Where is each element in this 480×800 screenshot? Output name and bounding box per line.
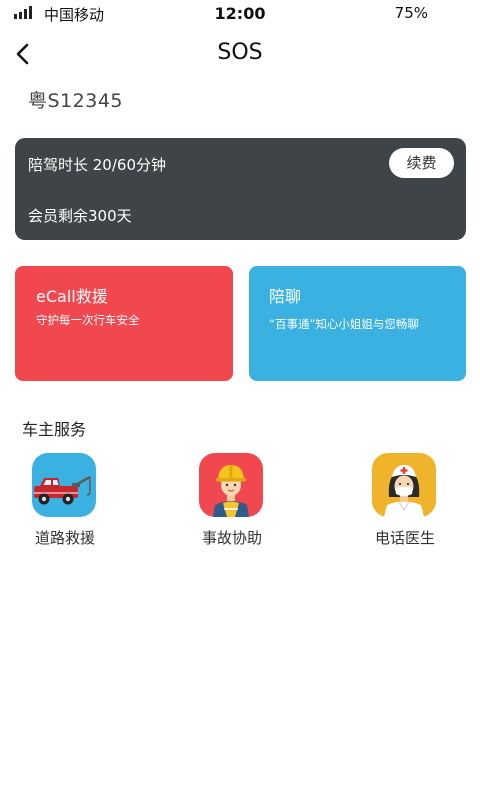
ecall-rescue-card[interactable]: eCall救援 守护每一次行车安全 (15, 266, 233, 381)
service-road-rescue-label: 道路救援 (34, 529, 95, 547)
membership-remaining: 会员剩余300天 (28, 207, 132, 225)
tow-truck-icon (32, 453, 96, 517)
chat-card-subtitle: “百事通”知心小姐姐与您畅聊 (269, 317, 419, 331)
companion-duration: 陪驾时长 20/60分钟 (28, 156, 166, 174)
status-bar: 中国移动 12:00 75% (0, 0, 480, 26)
service-phone-doctor-label: 电话医生 (374, 529, 435, 547)
nav-bar: SOS (0, 30, 480, 78)
worker-icon (199, 453, 263, 517)
chat-card[interactable]: 陪聊 “百事通”知心小姐姐与您畅聊 (249, 266, 466, 381)
membership-card: 陪驾时长 20/60分钟 续费 会员剩余300天 (15, 138, 466, 240)
service-phone-doctor[interactable]: 电话医生 (350, 453, 460, 553)
plate-number: 粤S12345 (28, 90, 124, 112)
service-road-rescue[interactable]: 道路救援 (10, 453, 120, 553)
chat-card-title: 陪聊 (269, 287, 302, 306)
service-accident-assist[interactable]: 事故协助 (177, 453, 287, 553)
nurse-icon (372, 453, 436, 517)
service-accident-assist-label: 事故协助 (201, 529, 262, 547)
services-section-title: 车主服务 (22, 420, 87, 439)
ecall-card-subtitle: 守护每一次行车安全 (36, 313, 140, 327)
page-title: SOS (217, 40, 263, 65)
renew-button[interactable]: 续费 (389, 148, 454, 178)
ecall-card-title: eCall救援 (36, 287, 108, 306)
battery-level: 75% (394, 4, 428, 22)
